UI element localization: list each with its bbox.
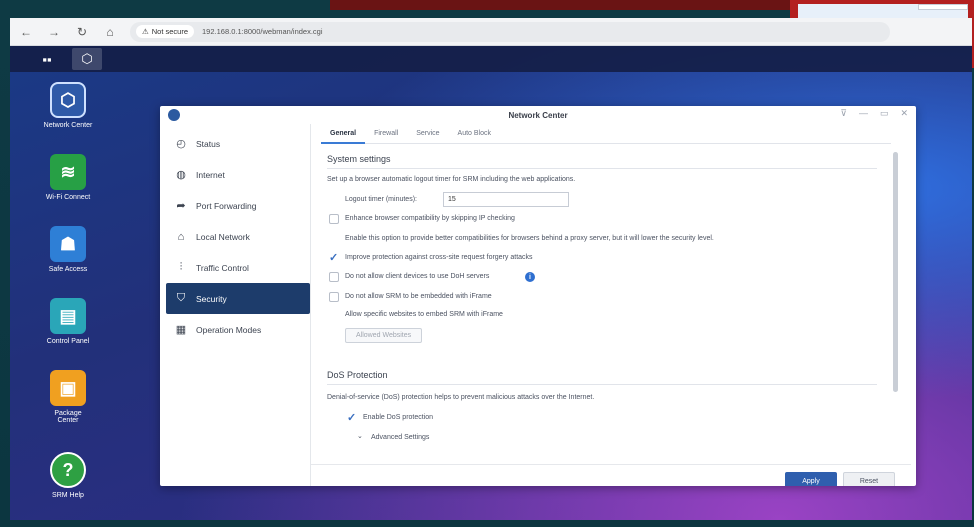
home-icon[interactable]: ⌂ <box>102 24 118 40</box>
reset-button[interactable]: Reset <box>843 472 895 486</box>
red-top-bar <box>330 0 790 10</box>
browser-window: ← → ↻ ⌂ ⚠ Not secure 192.168.0.1:8000/we… <box>10 18 972 520</box>
shield-icon: ⛉ <box>176 292 186 304</box>
status-icon: ◴ <box>176 138 186 150</box>
csrf-label: Improve protection against cross-site re… <box>345 254 533 261</box>
reload-icon[interactable]: ↻ <box>74 24 90 40</box>
sidebar: ◴ Status ◍ Internet ➦ Port Forwarding ⌂ … <box>166 128 310 345</box>
desktop-icon-label: Network Center <box>43 122 93 129</box>
desktop-icon-control-panel[interactable]: ▤ Control Panel <box>28 298 108 345</box>
srm-desktop: ▪▪ ⬡ ⬡ Network Center ≋ Wi-Fi Connect ☗ … <box>10 46 972 520</box>
tab-service[interactable]: Service <box>407 128 448 144</box>
desktop-icon-package-center[interactable]: ▣ Package Center <box>28 370 108 424</box>
logout-timer-input[interactable]: 15 <box>443 192 569 207</box>
tab-firewall[interactable]: Firewall <box>365 128 407 144</box>
chevron-down-icon[interactable]: ⌄ <box>357 432 363 440</box>
desktop-icon-label: Package Center <box>54 410 82 424</box>
section-divider <box>327 384 877 385</box>
desktop-icon-safe-access[interactable]: ☗ Safe Access <box>28 226 108 273</box>
enhance-compatibility-checkbox[interactable] <box>329 214 339 224</box>
sidebar-item-security[interactable]: ⛉ Security <box>166 283 310 314</box>
enable-dos-checkbox-checked[interactable]: ✓ <box>347 412 359 424</box>
help-icon: ? <box>50 452 86 488</box>
tab-bar: General Firewall Service Auto Block <box>321 128 891 144</box>
sidebar-item-local-network[interactable]: ⌂ Local Network <box>166 221 310 252</box>
footer-divider <box>311 464 911 465</box>
iframe-label: Do not allow SRM to be embedded with iFr… <box>345 293 492 300</box>
dos-protection-title: DoS Protection <box>327 370 388 380</box>
sidebar-item-label: Security <box>196 293 227 304</box>
sidebar-item-operation-modes[interactable]: ▦ Operation Modes <box>166 314 310 345</box>
enhance-compatibility-label: Enhance browser compatibility by skippin… <box>345 215 515 222</box>
sidebar-item-status[interactable]: ◴ Status <box>166 128 310 159</box>
logout-timer-label: Logout timer (minutes): <box>345 196 417 203</box>
desktop-icon-network-center[interactable]: ⬡ Network Center <box>28 82 108 129</box>
router-icon: ▦ <box>175 324 187 336</box>
desktop-icon-label: SRM Help <box>52 492 84 499</box>
house-icon: ⌂ <box>177 230 185 243</box>
iframe-checkbox[interactable] <box>329 292 339 302</box>
sidebar-item-internet[interactable]: ◍ Internet <box>166 159 310 190</box>
safe-access-icon: ☗ <box>50 226 86 262</box>
dos-desc: Denial-of-service (DoS) protection helps… <box>327 394 595 401</box>
section-divider <box>327 168 877 169</box>
taskbar: ▪▪ ⬡ <box>10 46 972 72</box>
package-center-icon: ▣ <box>50 370 86 406</box>
sidebar-item-label: Local Network <box>196 231 250 242</box>
overlay-card-bar <box>918 4 968 10</box>
main-menu-icon[interactable]: ▪▪ <box>32 48 62 70</box>
taskbar-network-center[interactable]: ⬡ <box>72 48 102 70</box>
desktop-icon-wifi-connect[interactable]: ≋ Wi-Fi Connect <box>28 154 108 201</box>
sidebar-item-label: Port Forwarding <box>196 200 257 211</box>
scrollbar-thumb[interactable] <box>893 152 898 392</box>
address-bar[interactable]: ⚠ Not secure 192.168.0.1:8000/webman/ind… <box>130 21 890 42</box>
csrf-checkbox-checked[interactable]: ✓ <box>329 252 341 264</box>
doh-checkbox[interactable] <box>329 272 339 282</box>
iframe-desc: Allow specific websites to embed SRM wit… <box>345 311 503 318</box>
sliders-icon: ⫶ <box>179 261 183 273</box>
arrow-icon: ➦ <box>176 200 186 212</box>
sidebar-item-port-forwarding[interactable]: ➦ Port Forwarding <box>166 190 310 221</box>
sidebar-item-label: Status <box>196 138 221 149</box>
minimize-icon[interactable]: — <box>859 108 868 119</box>
close-icon[interactable]: ✕ <box>900 108 908 119</box>
tab-general[interactable]: General <box>321 128 366 144</box>
sidebar-item-label: Traffic Control <box>196 262 249 273</box>
browser-toolbar: ← → ↻ ⌂ ⚠ Not secure 192.168.0.1:8000/we… <box>10 18 972 46</box>
network-center-window: Network Center ⊽ — ▭ ✕ ◴ Status ◍ Intern… <box>160 106 916 486</box>
desktop-icon-label: Safe Access <box>48 266 88 273</box>
window-controls: ⊽ — ▭ ✕ <box>840 108 908 119</box>
content-panel: General Firewall Service Auto Block Syst… <box>310 124 911 486</box>
network-center-icon: ⬡ <box>50 82 86 118</box>
maximize-icon[interactable]: ▭ <box>880 108 889 119</box>
back-icon[interactable]: ← <box>18 24 34 40</box>
sidebar-item-label: Internet <box>196 169 225 180</box>
system-settings-desc: Set up a browser automatic logout timer … <box>327 176 576 183</box>
system-settings-title: System settings <box>327 154 391 164</box>
sidebar-item-label: Operation Modes <box>196 324 262 335</box>
globe-icon: ◍ <box>176 169 186 181</box>
forward-icon[interactable]: → <box>46 24 62 40</box>
not-secure-chip[interactable]: ⚠ Not secure <box>136 25 195 38</box>
wifi-icon: ≋ <box>50 154 86 190</box>
doh-label: Do not allow client devices to use DoH s… <box>345 273 490 280</box>
scrollbar[interactable] <box>893 152 898 392</box>
warning-icon: ⚠ <box>142 27 149 36</box>
advanced-settings-link[interactable]: Advanced Settings <box>371 434 429 441</box>
not-secure-label: Not secure <box>151 27 189 36</box>
desktop-icon-srm-help[interactable]: ? SRM Help <box>28 452 108 499</box>
tab-auto-block[interactable]: Auto Block <box>449 128 500 144</box>
allowed-websites-button[interactable]: Allowed Websites <box>345 328 423 343</box>
control-panel-icon: ▤ <box>50 298 86 334</box>
url-text: 192.168.0.1:8000/webman/index.cgi <box>202 27 323 36</box>
info-icon[interactable]: i <box>525 272 535 282</box>
enable-dos-label: Enable DoS protection <box>363 414 434 421</box>
desktop-icon-label: Control Panel <box>46 338 90 345</box>
apply-button[interactable]: Apply <box>785 472 837 486</box>
pin-icon[interactable]: ⊽ <box>840 108 847 119</box>
desktop-icon-label: Wi-Fi Connect <box>45 194 91 201</box>
window-title: Network Center <box>508 110 568 120</box>
enhance-compatibility-desc: Enable this option to provide better com… <box>345 235 714 242</box>
sidebar-item-traffic-control[interactable]: ⫶ Traffic Control <box>166 252 310 283</box>
